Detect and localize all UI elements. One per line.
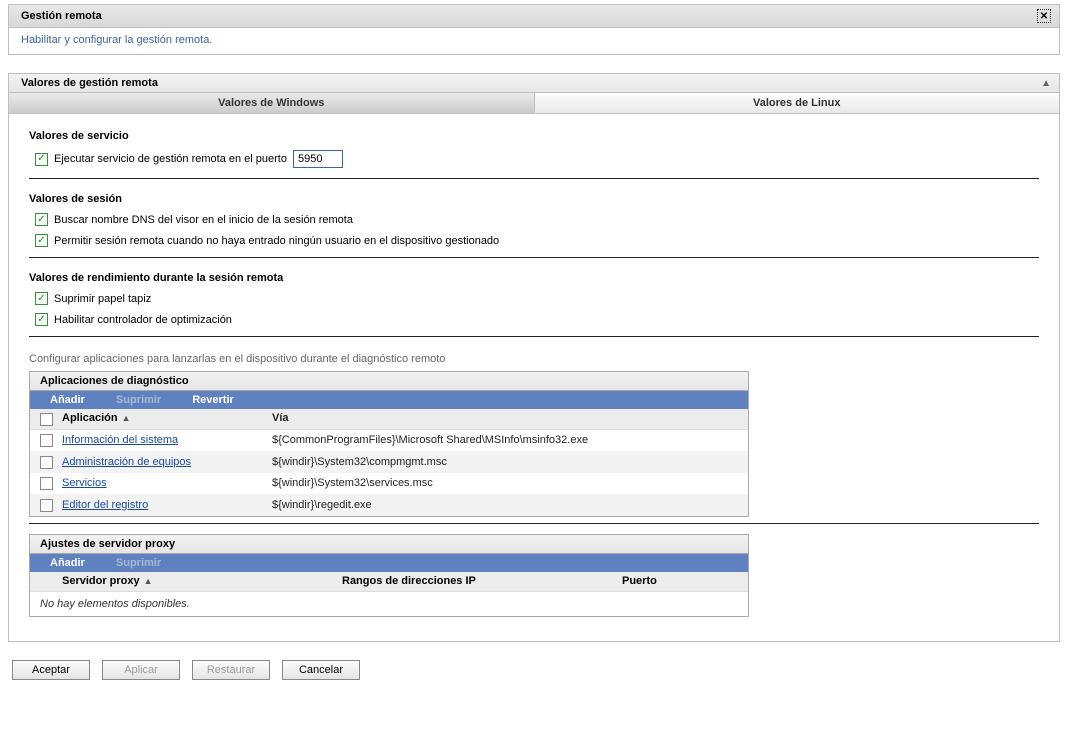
table-row: ✓ Administración de equipos ${windir}\Sy… bbox=[30, 451, 748, 473]
separator bbox=[29, 257, 1039, 258]
diag-apps-table: Aplicaciones de diagnóstico Añadir Supri… bbox=[29, 371, 749, 517]
page-subtitle: Habilitar y configurar la gestión remota… bbox=[9, 28, 1059, 54]
cancel-button[interactable]: Cancelar bbox=[282, 660, 360, 680]
diag-col-app-label: Aplicación bbox=[62, 412, 118, 424]
proxy-column-header: ✓ Servidor proxy▲ Rangos de direcciones … bbox=[30, 572, 748, 593]
diag-select-all-checkbox[interactable]: ✓ bbox=[40, 413, 53, 426]
close-icon[interactable]: ✕ bbox=[1037, 9, 1051, 23]
optimize-label: Habilitar controlador de optimización bbox=[54, 314, 232, 326]
tab-row: Valores de Windows Valores de Linux bbox=[9, 93, 1059, 114]
page-header-bar: Gestión remota ✕ bbox=[9, 5, 1059, 28]
suppress-checkbox[interactable]: ✓ bbox=[35, 292, 48, 305]
apply-button[interactable]: Aplicar bbox=[102, 660, 180, 680]
settings-panel: Valores de gestión remota ▲ Valores de W… bbox=[8, 73, 1060, 642]
app-link[interactable]: Administración de equipos bbox=[62, 456, 191, 468]
diag-action-bar: Añadir Suprimir Revertir bbox=[30, 391, 748, 409]
perf-section-title: Valores de rendimiento durante la sesión… bbox=[29, 268, 1039, 288]
app-path: ${CommonProgramFiles}\Microsoft Shared\M… bbox=[272, 434, 748, 446]
page-header-panel: Gestión remota ✕ Habilitar y configurar … bbox=[8, 4, 1060, 55]
allow-session-checkbox[interactable]: ✓ bbox=[35, 234, 48, 247]
app-path: ${windir}\System32\services.msc bbox=[272, 477, 748, 489]
allow-session-row: ✓ Permitir sesión remota cuando no haya … bbox=[29, 230, 1039, 251]
optimize-row: ✓ Habilitar controlador de optimización bbox=[29, 309, 1039, 330]
row-checkbox[interactable]: ✓ bbox=[40, 499, 53, 512]
separator bbox=[29, 178, 1039, 179]
suppress-label: Suprimir papel tapiz bbox=[54, 293, 151, 305]
tab-windows[interactable]: Valores de Windows bbox=[9, 93, 535, 113]
diag-col-via[interactable]: Vía bbox=[272, 412, 748, 426]
diag-add-button[interactable]: Añadir bbox=[50, 394, 85, 406]
app-path: ${windir}\System32\compmgmt.msc bbox=[272, 456, 748, 468]
optimize-checkbox[interactable]: ✓ bbox=[35, 313, 48, 326]
collapse-icon[interactable]: ▲ bbox=[1041, 78, 1051, 89]
diag-column-header: ✓ Aplicación▲ Vía bbox=[30, 409, 748, 430]
run-service-checkbox[interactable]: ✓ bbox=[35, 153, 48, 166]
proxy-remove-button[interactable]: Suprimir bbox=[116, 557, 161, 569]
sort-asc-icon: ▲ bbox=[118, 413, 131, 423]
run-service-row: ✓ Ejecutar servicio de gestión remota en… bbox=[29, 146, 1039, 172]
port-input[interactable] bbox=[293, 150, 343, 168]
app-link[interactable]: Servicios bbox=[62, 477, 107, 489]
ok-button[interactable]: Aceptar bbox=[12, 660, 90, 680]
session-section-title: Valores de sesión bbox=[29, 189, 1039, 209]
proxy-table: Ajustes de servidor proxy Añadir Suprimi… bbox=[29, 534, 749, 618]
dns-row: ✓ Buscar nombre DNS del visor en el inic… bbox=[29, 209, 1039, 230]
row-checkbox[interactable]: ✓ bbox=[40, 434, 53, 447]
row-checkbox[interactable]: ✓ bbox=[40, 456, 53, 469]
dns-checkbox[interactable]: ✓ bbox=[35, 213, 48, 226]
button-row: Aceptar Aplicar Restaurar Cancelar bbox=[0, 642, 1068, 692]
diag-col-app[interactable]: Aplicación▲ bbox=[62, 412, 272, 426]
table-row: ✓ Información del sistema ${CommonProgra… bbox=[30, 430, 748, 452]
row-checkbox[interactable]: ✓ bbox=[40, 477, 53, 490]
proxy-col-port[interactable]: Puerto bbox=[622, 575, 722, 589]
separator bbox=[29, 523, 1039, 524]
tab-linux[interactable]: Valores de Linux bbox=[535, 93, 1060, 113]
proxy-col-server-label: Servidor proxy bbox=[62, 575, 140, 587]
table-row: ✓ Editor del registro ${windir}\regedit.… bbox=[30, 494, 748, 516]
proxy-col-ranges[interactable]: Rangos de direcciones IP bbox=[342, 575, 622, 589]
restore-button[interactable]: Restaurar bbox=[192, 660, 270, 680]
proxy-action-bar: Añadir Suprimir bbox=[30, 554, 748, 572]
sort-asc-icon: ▲ bbox=[140, 576, 153, 586]
diag-remove-button[interactable]: Suprimir bbox=[116, 394, 161, 406]
app-link[interactable]: Información del sistema bbox=[62, 434, 178, 446]
suppress-row: ✓ Suprimir papel tapiz bbox=[29, 288, 1039, 309]
settings-panel-title: Valores de gestión remota bbox=[21, 77, 158, 89]
separator bbox=[29, 336, 1039, 337]
proxy-add-button[interactable]: Añadir bbox=[50, 557, 85, 569]
proxy-col-server[interactable]: Servidor proxy▲ bbox=[62, 575, 342, 589]
settings-panel-header: Valores de gestión remota ▲ bbox=[9, 74, 1059, 93]
table-row: ✓ Servicios ${windir}\System32\services.… bbox=[30, 473, 748, 495]
proxy-empty-message: No hay elementos disponibles. bbox=[30, 592, 748, 616]
allow-session-label: Permitir sesión remota cuando no haya en… bbox=[54, 235, 499, 247]
service-section-title: Valores de servicio bbox=[29, 126, 1039, 146]
settings-content: Valores de servicio ✓ Ejecutar servicio … bbox=[9, 114, 1059, 641]
page-title: Gestión remota bbox=[21, 10, 102, 22]
run-service-label: Ejecutar servicio de gestión remota en e… bbox=[54, 153, 287, 165]
app-link[interactable]: Editor del registro bbox=[62, 499, 148, 511]
app-path: ${windir}\regedit.exe bbox=[272, 499, 748, 511]
diag-hint: Configurar aplicaciones para lanzarlas e… bbox=[29, 347, 1039, 371]
diag-revert-button[interactable]: Revertir bbox=[192, 394, 234, 406]
diag-table-title: Aplicaciones de diagnóstico bbox=[30, 372, 748, 391]
proxy-table-title: Ajustes de servidor proxy bbox=[30, 535, 748, 554]
dns-label: Buscar nombre DNS del visor en el inicio… bbox=[54, 214, 353, 226]
